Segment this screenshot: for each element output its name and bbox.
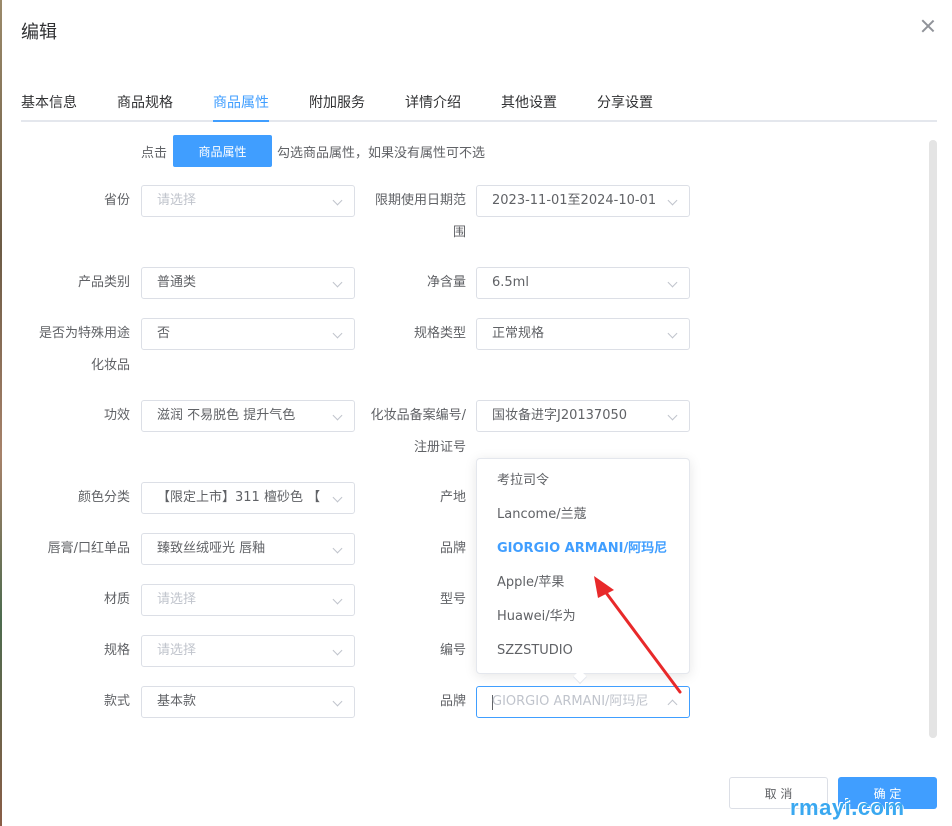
chevron-down-icon bbox=[667, 410, 678, 421]
label-efficacy: 功效 bbox=[103, 408, 130, 423]
select-style[interactable]: 基本款 bbox=[141, 686, 355, 718]
chevron-down-icon bbox=[332, 195, 343, 206]
label-special-use: 是否为特殊用途 bbox=[38, 326, 130, 341]
hint-suffix: 勾选商品属性，如果没有属性可不选 bbox=[277, 146, 486, 161]
chevron-down-icon bbox=[332, 277, 343, 288]
select-material[interactable]: 请选择 bbox=[141, 584, 355, 616]
select-special-use[interactable]: 否 bbox=[141, 318, 355, 350]
select-spec-type[interactable]: 正常规格 bbox=[476, 318, 690, 350]
close-icon[interactable] bbox=[920, 18, 936, 34]
select-net-content[interactable]: 6.5ml bbox=[476, 267, 690, 299]
label-special-use-line2: 化妆品 bbox=[90, 358, 130, 373]
select-spec[interactable]: 请选择 bbox=[141, 635, 355, 667]
brand-dropdown: 考拉司令 Lancome/兰蔻 GIORGIO ARMANI/阿玛尼 Apple… bbox=[476, 458, 690, 674]
label-product-category: 产品类别 bbox=[77, 275, 130, 290]
dropdown-option[interactable]: Lancome/兰蔻 bbox=[477, 498, 689, 532]
chevron-down-icon bbox=[667, 328, 678, 339]
product-attributes-button[interactable]: 商品属性 bbox=[173, 135, 272, 167]
dropdown-option-selected[interactable]: GIORGIO ARMANI/阿玛尼 bbox=[477, 532, 689, 566]
tab-bar: 基本信息 商品规格 商品属性 附加服务 详情介绍 其他设置 分享设置 bbox=[21, 92, 937, 122]
chevron-down-icon bbox=[332, 594, 343, 605]
label-brand-2: 品牌 bbox=[439, 694, 466, 709]
tab-product-spec[interactable]: 商品规格 bbox=[117, 92, 173, 112]
label-style: 款式 bbox=[103, 694, 130, 709]
dialog-title: 编辑 bbox=[21, 22, 57, 43]
select-product-category[interactable]: 普通类 bbox=[141, 267, 355, 299]
tab-basic-info[interactable]: 基本信息 bbox=[21, 92, 77, 112]
chevron-up-icon bbox=[667, 699, 678, 710]
select-color[interactable]: 【限定上市】311 檀砂色 【限 bbox=[141, 482, 355, 514]
select-brand[interactable]: GIORGIO ARMANI/阿玛尼 bbox=[476, 686, 690, 718]
chevron-down-icon bbox=[667, 277, 678, 288]
dropdown-option[interactable]: SZZSTUDIO bbox=[477, 634, 689, 668]
chevron-down-icon bbox=[332, 492, 343, 503]
scrollbar[interactable] bbox=[929, 140, 937, 738]
label-province: 省份 bbox=[103, 193, 130, 208]
label-number: 编号 bbox=[439, 643, 466, 658]
active-tab-indicator bbox=[213, 120, 269, 122]
chevron-down-icon bbox=[332, 328, 343, 339]
label-origin: 产地 bbox=[439, 490, 466, 505]
tab-extra-services[interactable]: 附加服务 bbox=[309, 92, 365, 112]
watermark: rmayi.com bbox=[790, 795, 905, 820]
label-brand-1: 品牌 bbox=[439, 541, 466, 556]
label-net-content: 净含量 bbox=[426, 275, 466, 290]
label-spec: 规格 bbox=[103, 643, 130, 658]
dropdown-option[interactable]: 考拉司令 bbox=[477, 464, 689, 498]
label-expiry-range-line2: 围 bbox=[452, 225, 466, 240]
select-province[interactable]: 请选择 bbox=[141, 185, 355, 217]
select-expiry-range[interactable]: 2023-11-01至2024-10-01 bbox=[476, 185, 690, 217]
chevron-down-icon bbox=[667, 195, 678, 206]
label-lipstick-item: 唇膏/口红单品 bbox=[47, 541, 130, 556]
hint-prefix: 点击 bbox=[141, 146, 168, 161]
dropdown-option[interactable]: Huawei/华为 bbox=[477, 600, 689, 634]
tab-details[interactable]: 详情介绍 bbox=[405, 92, 461, 112]
tab-other-settings[interactable]: 其他设置 bbox=[501, 92, 557, 112]
chevron-down-icon bbox=[332, 645, 343, 656]
tab-share-settings[interactable]: 分享设置 bbox=[597, 92, 653, 112]
dropdown-option[interactable]: Apple/苹果 bbox=[477, 566, 689, 600]
label-color: 颜色分类 bbox=[77, 490, 130, 505]
select-lipstick-item[interactable]: 臻致丝绒哑光 唇釉 bbox=[141, 533, 355, 565]
select-efficacy[interactable]: 滋润 不易脱色 提升气色 bbox=[141, 400, 355, 432]
label-expiry-range: 限期使用日期范 bbox=[374, 193, 466, 208]
background-edge bbox=[0, 0, 2, 826]
label-material: 材质 bbox=[103, 592, 130, 607]
label-registration-no: 化妆品备案编号/ bbox=[370, 408, 466, 423]
chevron-down-icon bbox=[332, 410, 343, 421]
chevron-down-icon bbox=[332, 696, 343, 707]
tab-product-attributes[interactable]: 商品属性 bbox=[213, 92, 269, 112]
label-registration-no-line2: 注册证号 bbox=[413, 440, 466, 455]
select-registration-no[interactable]: 国妆备进字J20137050 bbox=[476, 400, 690, 432]
label-model: 型号 bbox=[439, 592, 466, 607]
label-spec-type: 规格类型 bbox=[413, 326, 466, 341]
scrollbar-thumb[interactable] bbox=[929, 140, 937, 738]
chevron-down-icon bbox=[332, 543, 343, 554]
